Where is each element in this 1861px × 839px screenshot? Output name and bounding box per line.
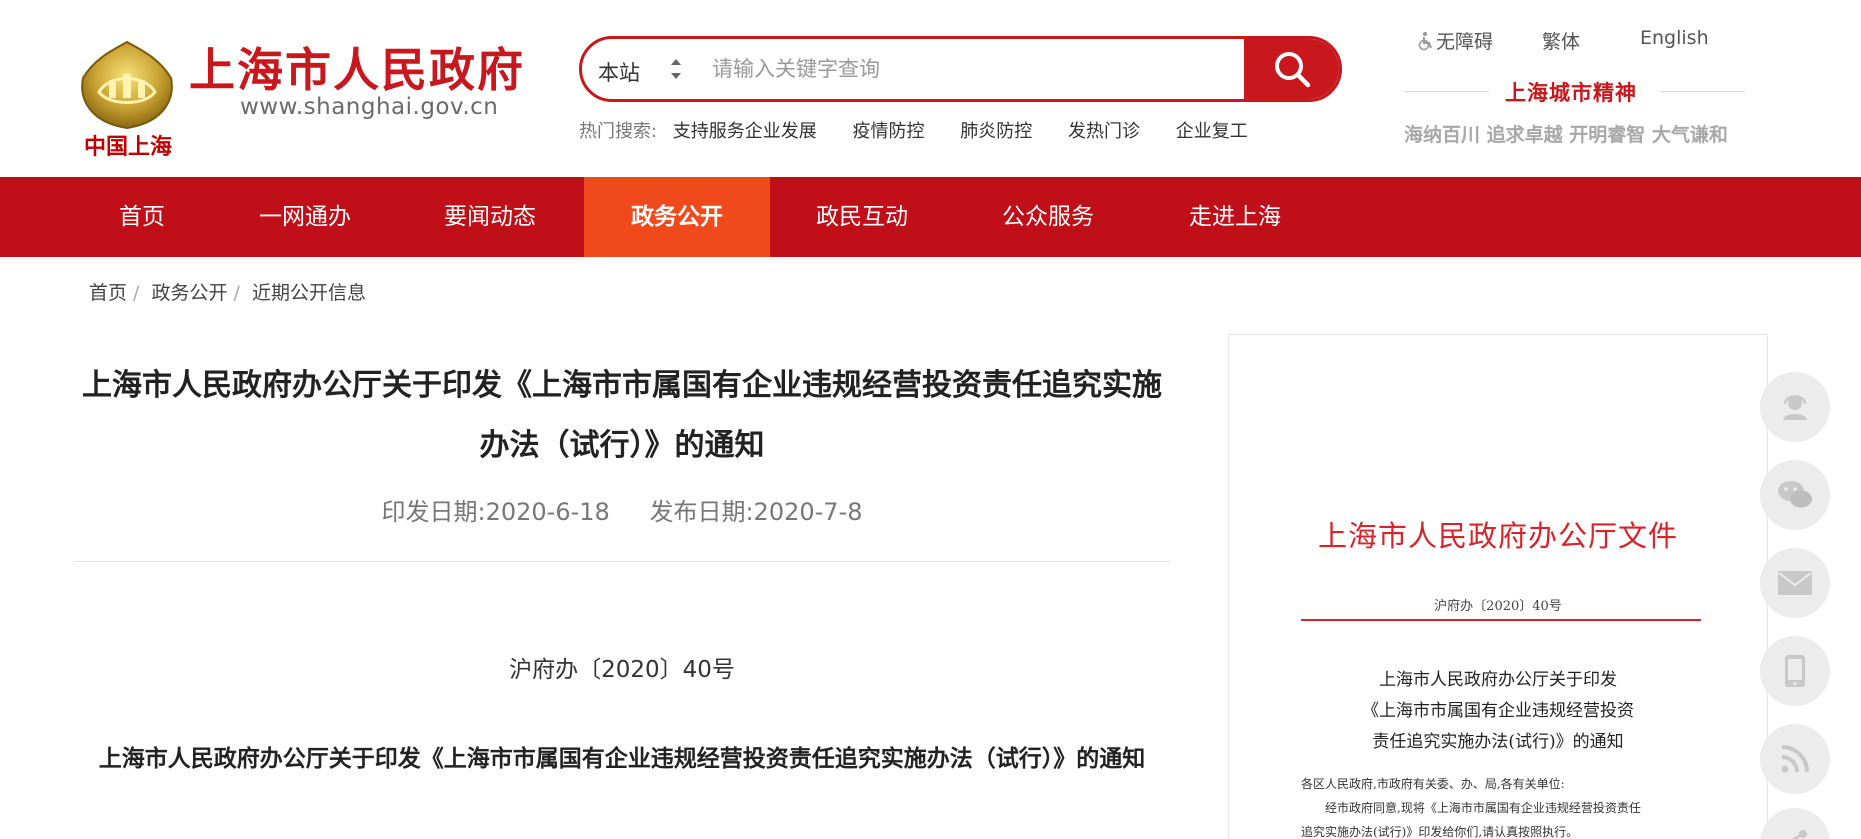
hot-search-link[interactable]: 疫情防控	[853, 121, 925, 142]
document-body-line: 经市政府同意,现将《上海市市属国有企业违规经营投资责任	[1301, 801, 1641, 815]
nav-item-public-service[interactable]: 公众服务	[983, 177, 1113, 257]
site-header: 中国上海 上海市人民政府 www.shanghai.gov.cn 本站 热门搜索…	[0, 0, 1861, 177]
main-nav: 首页 一网通办 要闻动态 政务公开 政民互动 公众服务 走进上海	[0, 177, 1861, 257]
wheelchair-icon	[1418, 31, 1432, 50]
issue-date-value: 2020-6-18	[485, 498, 610, 526]
breadcrumb-separator: /	[133, 282, 140, 304]
logo-subtitle: 中国上海	[84, 135, 173, 160]
email-button[interactable]	[1760, 548, 1830, 618]
document-preview-title: 上海市人民政府办公厅关于印发 《上海市市属国有企业违规经营投资 责任追究实施办法…	[1229, 665, 1767, 758]
document-title-line: 上海市人民政府办公厅关于印发	[1379, 670, 1617, 690]
site-title[interactable]: 上海市人民政府	[189, 34, 525, 100]
scope-toggle-icon[interactable]	[668, 53, 684, 85]
nav-item-one-stop-service[interactable]: 一网通办	[240, 177, 370, 257]
rss-button[interactable]	[1760, 724, 1830, 794]
publish-date: 发布日期:2020-7-8	[649, 498, 862, 526]
breadcrumb: 首页 / 政务公开 / 近期公开信息	[89, 278, 366, 305]
divider-line	[1661, 91, 1745, 92]
wechat-button[interactable]	[1760, 460, 1830, 530]
share-icon	[1791, 830, 1807, 839]
document-preview-number: 沪府办〔2020〕40号	[1434, 599, 1562, 614]
document-number: 沪府办〔2020〕40号	[509, 657, 735, 683]
search-scope-select[interactable]: 本站	[598, 57, 640, 87]
publish-date-label: 发布日期:	[649, 498, 754, 526]
breadcrumb-government-affairs[interactable]: 政务公开	[151, 282, 227, 304]
document-body-line: 各区人民政府,市政府有关委、办、局,各有关单位:	[1301, 777, 1565, 791]
document-body-line: 追究实施办法(试行)》印发给你们,请认真按照执行。	[1301, 825, 1579, 839]
share-button[interactable]	[1760, 808, 1830, 839]
service-icon	[1783, 395, 1807, 420]
divider-line	[1405, 91, 1489, 92]
search-input[interactable]	[712, 47, 1192, 91]
search-button[interactable]	[1244, 39, 1339, 99]
hot-search-link[interactable]: 支持服务企业发展	[673, 121, 817, 142]
nav-item-government-affairs[interactable]: 政务公开	[584, 177, 770, 257]
document-preview-body: 各区人民政府,市政府有关委、办、局,各有关单位: 经市政府同意,现将《上海市市属…	[1301, 772, 1711, 839]
article-subtitle: 上海市人民政府办公厅关于印发《上海市市属国有企业违规经营投资责任追究实施办法（试…	[98, 746, 1146, 772]
document-title-line: 《上海市市属国有企业违规经营投资	[1362, 701, 1634, 721]
issue-date: 印发日期:2020-6-18	[382, 498, 610, 526]
issue-date-label: 印发日期:	[381, 498, 486, 526]
nav-item-interaction[interactable]: 政民互动	[797, 177, 927, 257]
hot-search-link[interactable]: 肺炎防控	[960, 121, 1032, 142]
nav-item-home[interactable]: 首页	[97, 177, 187, 257]
accessibility-label: 无障碍	[1436, 31, 1494, 53]
article-title: 上海市人民政府办公厅关于印发《上海市市属国有企业违规经营投资责任追究实施办法（试…	[82, 368, 1162, 463]
nav-item-news[interactable]: 要闻动态	[425, 177, 555, 257]
nav-item-about-shanghai[interactable]: 走进上海	[1170, 177, 1300, 257]
mail-icon	[1778, 571, 1812, 595]
mobile-button[interactable]	[1760, 636, 1830, 706]
hot-search: 热门搜索: 支持服务企业发展 疫情防控 肺炎防控 发热门诊 企业复工	[579, 117, 1278, 143]
article-dates: 印发日期:2020-6-18 发布日期:2020-7-8	[74, 492, 1170, 527]
rss-icon	[1781, 745, 1809, 773]
document-preview-image[interactable]: 上海市人民政府办公厅文件 沪府办〔2020〕40号 上海市人民政府办公厅关于印发…	[1228, 334, 1768, 839]
publish-date-value: 2020-7-8	[753, 498, 863, 526]
article-divider	[74, 561, 1170, 562]
document-header: 上海市人民政府办公厅文件	[1317, 519, 1678, 553]
accessibility-link[interactable]: 无障碍	[1418, 27, 1493, 54]
mobile-icon	[1785, 655, 1805, 687]
city-spirit-title: 上海城市精神	[1505, 81, 1637, 105]
search-bar: 本站	[579, 36, 1342, 102]
search-icon	[1274, 52, 1310, 88]
customer-service-button[interactable]	[1760, 372, 1830, 442]
breadcrumb-recent-info[interactable]: 近期公开信息	[252, 282, 366, 304]
breadcrumb-home[interactable]: 首页	[89, 282, 127, 304]
hot-search-link[interactable]: 企业复工	[1176, 121, 1248, 142]
breadcrumb-separator: /	[233, 282, 240, 304]
wechat-icon	[1778, 481, 1812, 508]
city-emblem-logo[interactable]	[79, 40, 175, 130]
english-link[interactable]: English	[1640, 27, 1709, 49]
hot-search-link[interactable]: 发热门诊	[1068, 121, 1140, 142]
traditional-chinese-link[interactable]: 繁体	[1542, 27, 1580, 54]
document-red-line	[1301, 619, 1701, 621]
site-url: www.shanghai.gov.cn	[240, 94, 499, 120]
hot-search-label: 热门搜索:	[579, 121, 658, 142]
document-title-line: 责任追究实施办法(试行)》的通知	[1372, 732, 1624, 752]
city-spirit-slogan: 海纳百川 追求卓越 开明睿智 大气谦和	[1404, 124, 1728, 146]
